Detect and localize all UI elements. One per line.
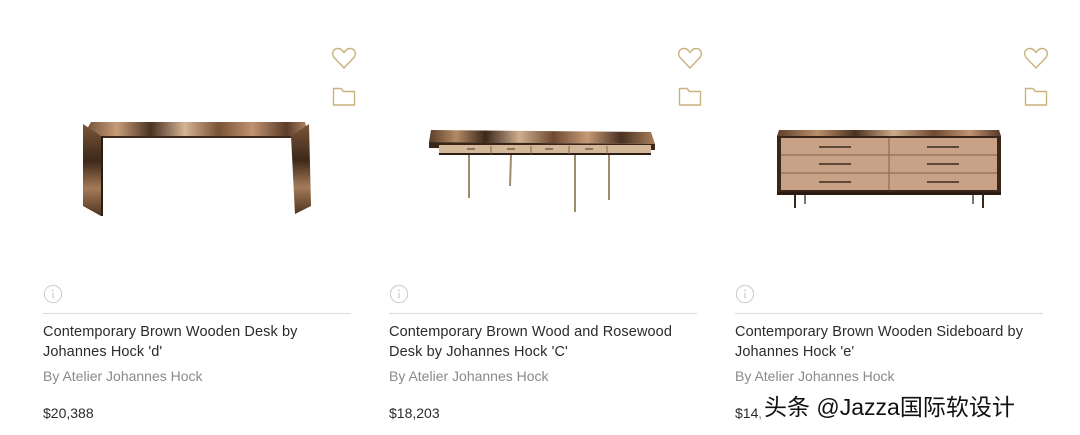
product-image[interactable] bbox=[389, 110, 697, 230]
folder-icon[interactable] bbox=[331, 83, 357, 109]
divider bbox=[735, 313, 1043, 314]
folder-icon[interactable] bbox=[677, 83, 703, 109]
product-card[interactable]: Contemporary Brown Wooden Sideboard by J… bbox=[735, 0, 1049, 435]
info-icon[interactable] bbox=[735, 284, 755, 304]
product-maker[interactable]: By Atelier Johannes Hock bbox=[389, 367, 689, 385]
divider bbox=[43, 313, 351, 314]
product-title[interactable]: Contemporary Brown Wood and Rosewood Des… bbox=[389, 323, 689, 362]
product-maker[interactable]: By Atelier Johannes Hock bbox=[735, 367, 1035, 385]
product-price: $18,203 bbox=[389, 405, 440, 421]
product-title[interactable]: Contemporary Brown Wooden Desk by Johann… bbox=[43, 323, 343, 362]
watermark: 头条 @Jazza国际软设计 bbox=[760, 392, 1019, 422]
product-card[interactable]: Contemporary Brown Wood and Rosewood Des… bbox=[389, 0, 703, 435]
product-price: $14, bbox=[735, 405, 763, 421]
product-maker[interactable]: By Atelier Johannes Hock bbox=[43, 367, 343, 385]
divider bbox=[389, 313, 697, 314]
folder-icon[interactable] bbox=[1023, 83, 1049, 109]
heart-icon[interactable] bbox=[677, 45, 703, 71]
product-image[interactable] bbox=[43, 110, 351, 230]
info-icon[interactable] bbox=[389, 284, 409, 304]
info-icon[interactable] bbox=[43, 284, 63, 304]
product-image[interactable] bbox=[735, 110, 1043, 230]
product-card[interactable]: Contemporary Brown Wooden Desk by Johann… bbox=[43, 0, 357, 435]
heart-icon[interactable] bbox=[331, 45, 357, 71]
heart-icon[interactable] bbox=[1023, 45, 1049, 71]
product-price: $20,388 bbox=[43, 405, 94, 421]
product-title[interactable]: Contemporary Brown Wooden Sideboard by J… bbox=[735, 323, 1035, 362]
